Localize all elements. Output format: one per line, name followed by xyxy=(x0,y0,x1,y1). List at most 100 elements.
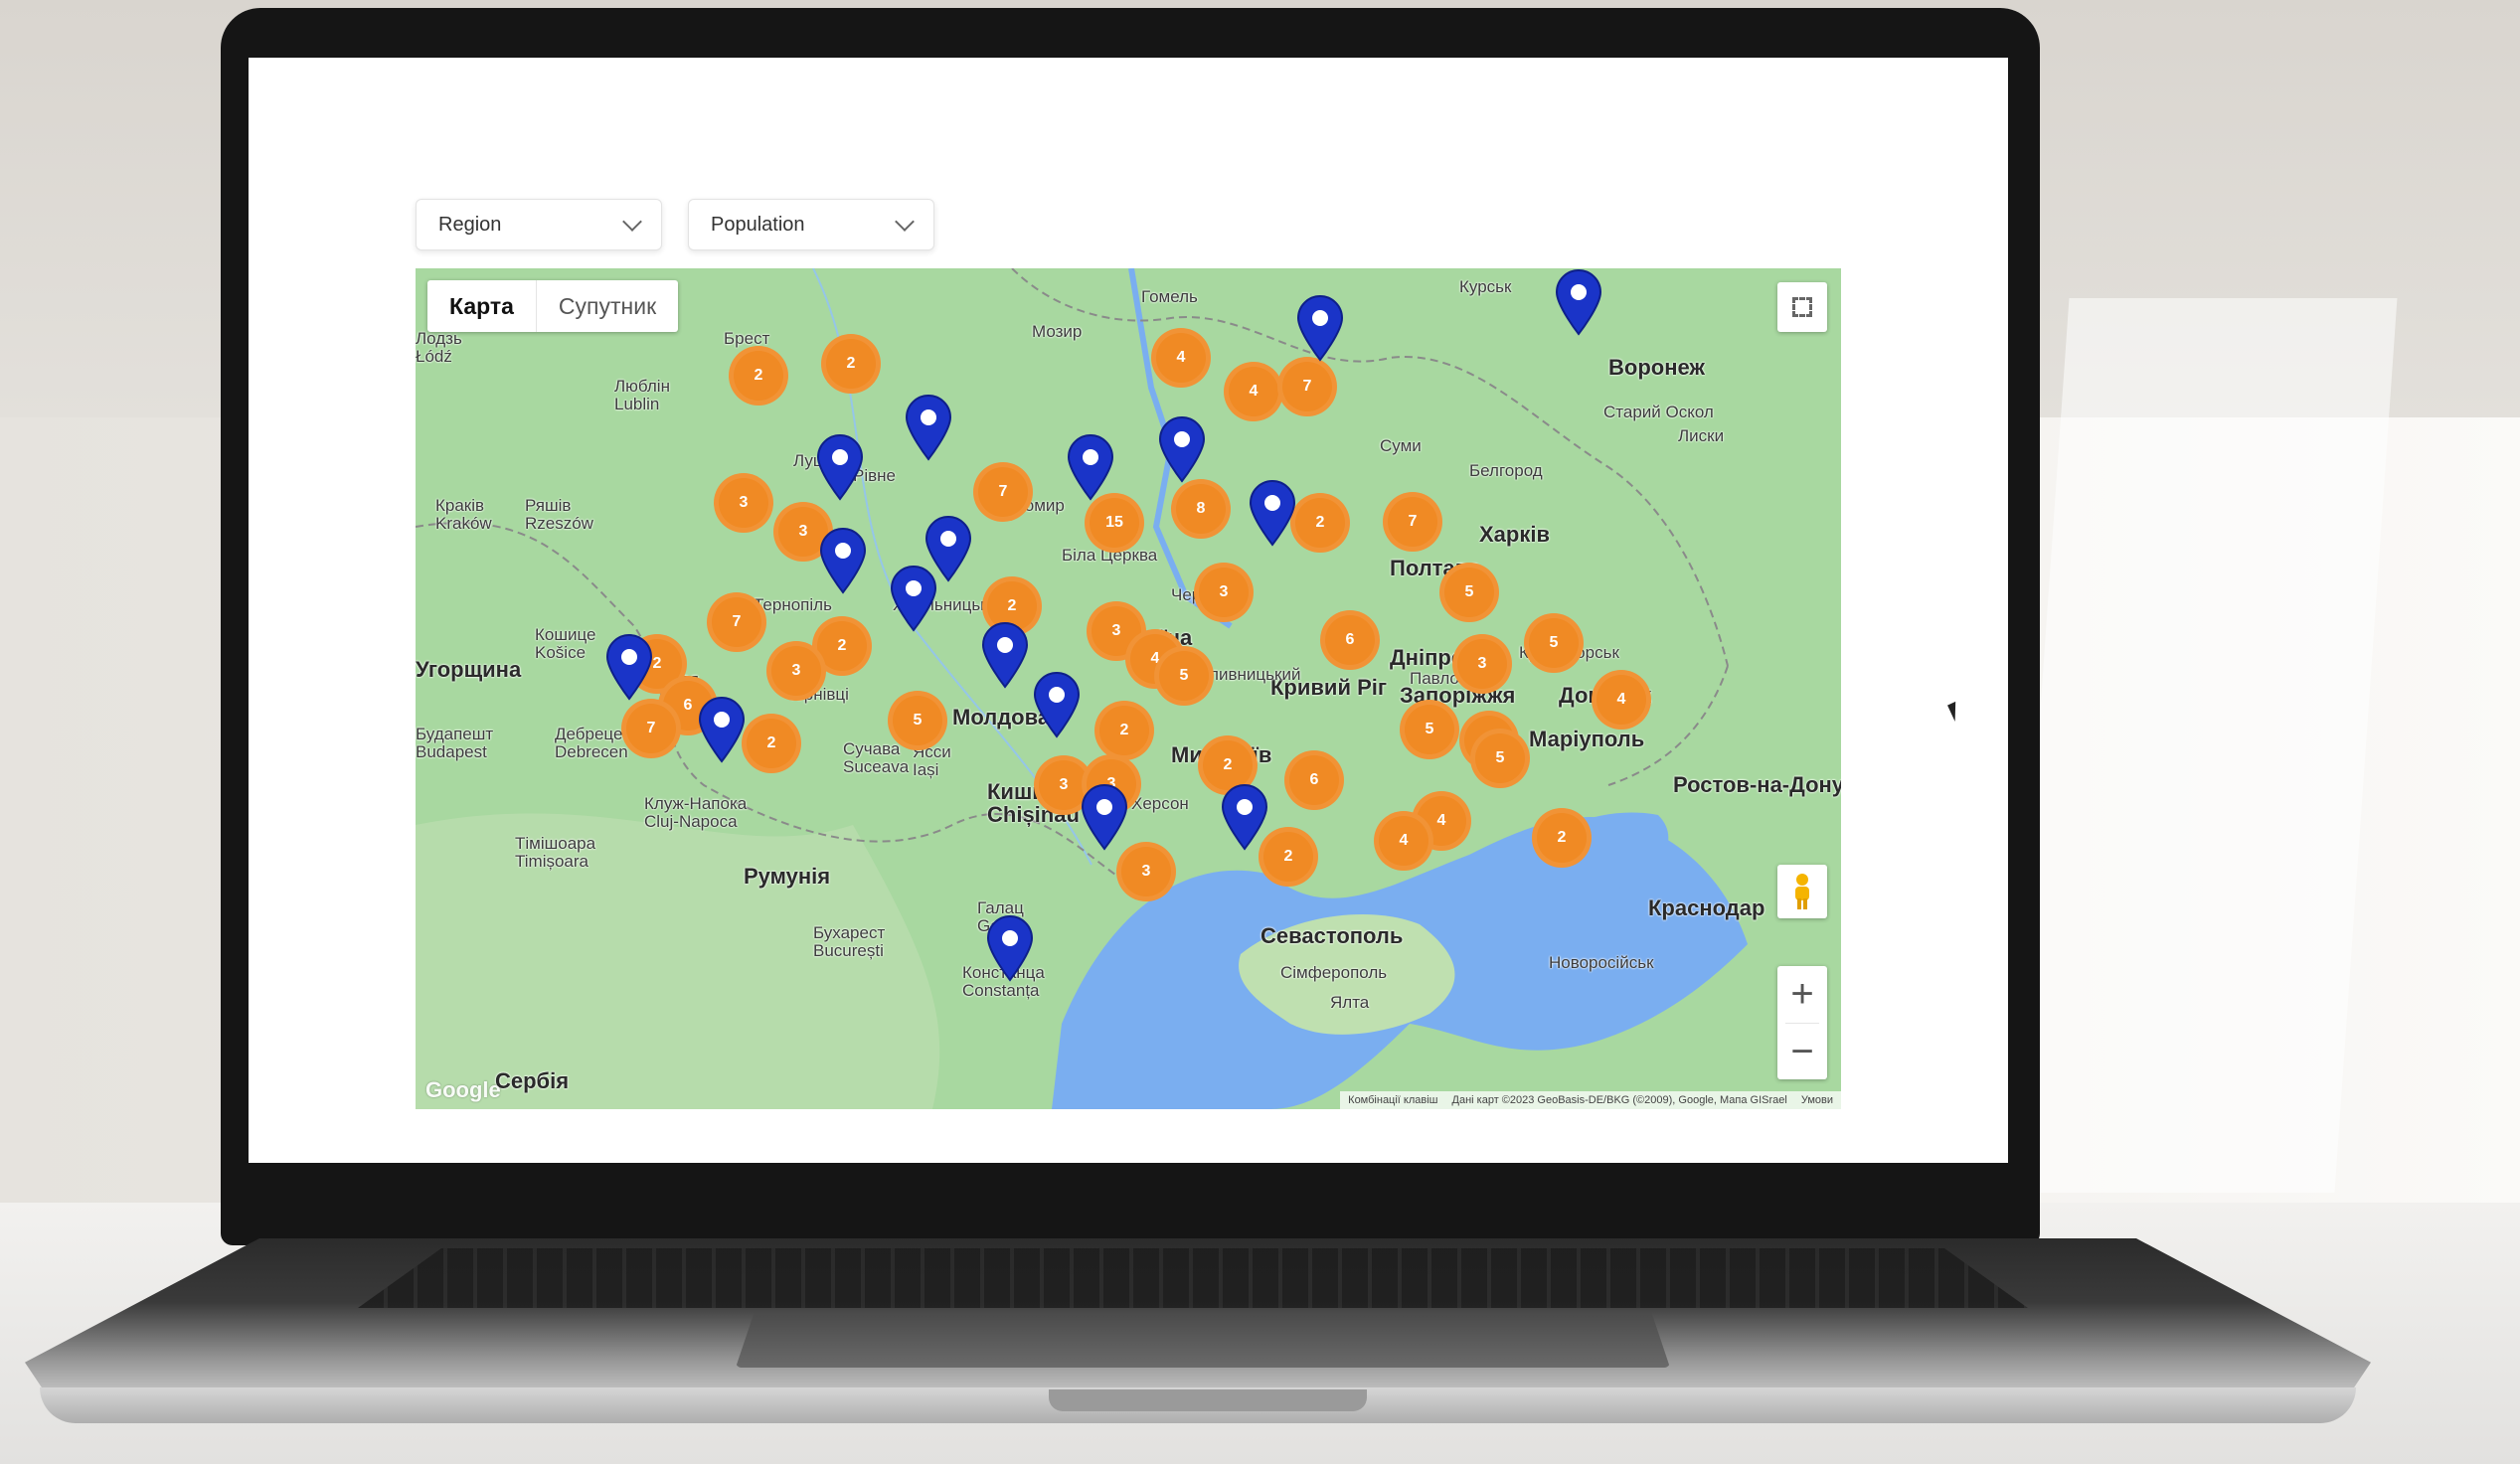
place-label-yalta: Ялта xyxy=(1330,993,1370,1012)
cluster-marker[interactable]: 3 xyxy=(1194,563,1254,622)
place-label-ugorshchyna: Угорщина xyxy=(416,657,522,682)
place-label-kosice: Кошице Košice xyxy=(535,625,596,662)
cluster-marker[interactable]: 4 xyxy=(1374,811,1433,871)
place-label-cluj: Клуж-Напока Cluj-Napoca xyxy=(644,794,748,831)
population-select[interactable]: Population xyxy=(688,199,934,250)
place-label-serbia: Сербія xyxy=(495,1068,570,1093)
location-pin-icon[interactable] xyxy=(1294,294,1346,362)
place-label-brest: Брест xyxy=(724,329,770,348)
cluster-marker[interactable]: 7 xyxy=(707,592,766,652)
keyboard-shortcuts-link[interactable]: Комбінації клавіш xyxy=(1348,1094,1437,1106)
region-select-label: Region xyxy=(438,213,502,236)
cluster-marker[interactable]: 4 xyxy=(1151,328,1211,388)
location-pin-icon[interactable] xyxy=(984,914,1036,982)
cluster-marker[interactable]: 5 xyxy=(888,691,947,750)
chevron-down-icon xyxy=(895,212,915,232)
place-label-timisoara: Тімішоара Timișoara xyxy=(515,834,596,871)
cluster-marker[interactable]: 2 xyxy=(742,714,801,773)
location-pin-icon[interactable] xyxy=(1156,415,1208,483)
place-label-budapest: Будапешт Budapest xyxy=(416,725,494,761)
place-label-kursk: Курськ xyxy=(1459,277,1512,296)
keyboard xyxy=(358,1248,2028,1308)
cluster-marker[interactable]: 3 xyxy=(766,641,826,701)
place-label-suceava: Сучава Suceava xyxy=(843,739,910,776)
cluster-marker[interactable]: 7 xyxy=(621,699,681,758)
place-label-sevastopol: Севастополь xyxy=(1260,923,1404,948)
place-label-starsy-oskol: Старий Оскол xyxy=(1603,403,1714,421)
place-label-rostov: Ростов-на-Дону xyxy=(1673,772,1841,797)
cluster-marker[interactable]: 3 xyxy=(714,473,773,533)
population-select-label: Population xyxy=(711,213,805,236)
location-pin-icon[interactable] xyxy=(979,621,1031,689)
laptop-screen: Region Population Лодзь Łódź Люблін Lubli… xyxy=(249,58,2008,1163)
place-label-gomel: Гомель xyxy=(1141,287,1198,306)
cluster-marker[interactable]: 2 xyxy=(1290,493,1350,553)
location-pin-icon[interactable] xyxy=(603,633,655,701)
fullscreen-icon xyxy=(1792,297,1812,317)
google-logo: Google xyxy=(425,1077,501,1102)
cluster-marker[interactable]: 6 xyxy=(1320,610,1380,670)
place-label-novorossiysk: Новоросійськ xyxy=(1549,953,1654,972)
place-label-krasnodar: Краснодар xyxy=(1648,895,1765,920)
laptop-notch xyxy=(1049,1389,1367,1411)
map-type-map-button[interactable]: Карта xyxy=(427,280,537,332)
region-select[interactable]: Region xyxy=(416,199,662,250)
cluster-marker[interactable]: 6 xyxy=(1284,750,1344,810)
cluster-marker[interactable]: 5 xyxy=(1524,613,1584,673)
cluster-marker[interactable]: 2 xyxy=(1094,701,1154,760)
place-label-rzeszow: Ряшів Rzeszów xyxy=(525,496,593,533)
cluster-marker[interactable]: 3 xyxy=(1452,634,1512,694)
location-pin-icon[interactable] xyxy=(903,394,954,461)
location-pin-icon[interactable] xyxy=(1219,783,1270,851)
cluster-marker[interactable]: 15 xyxy=(1085,493,1144,553)
place-label-kherson: Херсон xyxy=(1131,794,1189,813)
place-label-krakow: Краків Kraków xyxy=(435,496,492,533)
place-label-lublin: Люблін Lublin xyxy=(614,377,670,413)
place-label-romania: Румунія xyxy=(744,864,831,889)
zoom-control: + − xyxy=(1777,966,1827,1079)
map-type-control: Карта Супутник xyxy=(427,280,679,332)
filter-bar: Region Population xyxy=(416,199,934,250)
terms-link[interactable]: Умови xyxy=(1801,1094,1833,1106)
location-pin-icon[interactable] xyxy=(1031,671,1083,738)
place-label-sumy: Суми xyxy=(1380,436,1422,455)
map-view[interactable]: Лодзь Łódź Люблін Lublin Ряшів Rzeszów Крак… xyxy=(416,268,1841,1109)
light-reflection xyxy=(2006,298,2398,1193)
cluster-marker[interactable]: 5 xyxy=(1154,646,1214,706)
location-pin-icon[interactable] xyxy=(1553,268,1604,336)
location-pin-icon[interactable] xyxy=(888,565,939,632)
location-pin-icon[interactable] xyxy=(817,527,869,594)
fullscreen-button[interactable] xyxy=(1777,282,1827,332)
place-label-simferopol: Сімферополь xyxy=(1280,963,1388,982)
street-view-pegman[interactable] xyxy=(1777,865,1827,918)
place-label-kharkiv: Харків xyxy=(1479,522,1550,547)
map-type-satellite-button[interactable]: Супутник xyxy=(537,280,678,332)
location-pin-icon[interactable] xyxy=(1247,479,1298,547)
pegman-icon xyxy=(1795,874,1809,909)
cluster-marker[interactable]: 7 xyxy=(1383,492,1442,552)
cluster-marker[interactable]: 4 xyxy=(1592,670,1651,730)
location-pin-icon[interactable] xyxy=(814,433,866,501)
zoom-out-button[interactable]: − xyxy=(1777,1023,1827,1079)
cluster-marker[interactable]: 5 xyxy=(1400,700,1459,759)
place-label-mariupol: Маріуполь xyxy=(1529,727,1645,751)
zoom-in-button[interactable]: + xyxy=(1777,966,1827,1023)
place-label-mozyr: Мозир xyxy=(1032,322,1083,341)
trackpad xyxy=(736,1312,1670,1368)
cluster-marker[interactable]: 2 xyxy=(821,334,881,394)
place-label-lodz: Лодзь Łódź xyxy=(416,329,462,366)
cluster-marker[interactable]: 7 xyxy=(1277,357,1337,416)
cluster-marker[interactable]: 2 xyxy=(729,346,788,406)
location-pin-icon[interactable] xyxy=(696,696,748,763)
cluster-marker[interactable]: 5 xyxy=(1439,563,1499,622)
cluster-marker[interactable]: 5 xyxy=(1470,729,1530,788)
place-label-bucharest: Бухарест București xyxy=(813,923,886,960)
map-attribution: Комбінації клавіш Дані карт ©2023 GeoBas… xyxy=(1340,1091,1841,1109)
cluster-marker[interactable]: 4 xyxy=(1224,362,1283,421)
cluster-marker[interactable]: 2 xyxy=(1532,808,1592,868)
place-label-ternopil: Тернопіль xyxy=(754,595,832,614)
cluster-marker[interactable]: 8 xyxy=(1171,479,1231,539)
cluster-marker[interactable]: 7 xyxy=(973,462,1033,522)
location-pin-icon[interactable] xyxy=(1079,783,1130,851)
location-pin-icon[interactable] xyxy=(1065,433,1116,501)
